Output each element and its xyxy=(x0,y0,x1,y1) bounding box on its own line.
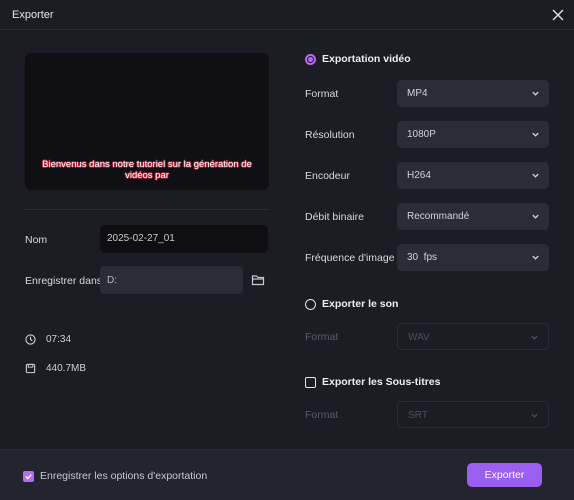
remember-options-label: Enregistrer les options d'exportation xyxy=(40,470,208,482)
video-export-title: Exportation vidéo xyxy=(322,53,411,65)
audio-export-option[interactable]: Exporter le son xyxy=(305,298,398,310)
disk-icon xyxy=(25,363,36,374)
resolution-label: Résolution xyxy=(305,129,355,141)
chevron-down-icon xyxy=(532,173,539,178)
encoder-value: H264 xyxy=(407,170,431,181)
framerate-value: 30 fps xyxy=(407,252,438,263)
resolution-select[interactable]: 1080P xyxy=(397,121,549,148)
close-icon xyxy=(552,9,564,21)
chevron-down-icon xyxy=(531,413,538,418)
subtitles-export-title: Exporter les Sous-titres xyxy=(322,376,441,388)
audio-format-select[interactable]: WAV xyxy=(397,323,549,350)
preview-subtitle: Bienvenus dans notre tutoriel sur la gén… xyxy=(42,159,252,181)
save-in-label: Enregistrer dans xyxy=(25,275,103,287)
clock-icon xyxy=(25,334,36,345)
size-row: 440.7MB xyxy=(25,363,86,374)
framerate-select[interactable]: 30 fps xyxy=(397,244,549,271)
format-label: Format xyxy=(305,88,339,100)
save-path-field[interactable]: D: xyxy=(100,266,243,294)
checkbox-icon xyxy=(305,376,316,388)
size-value: 440.7MB xyxy=(46,363,87,374)
close-button[interactable] xyxy=(548,5,568,25)
radio-selected-icon xyxy=(305,53,316,65)
bitrate-label: Débit binaire xyxy=(305,211,364,223)
subtitles-format-value: SRT xyxy=(408,410,428,421)
right-panel: Exportation vidéo Format MP4 Résolution … xyxy=(290,31,574,449)
format-value: MP4 xyxy=(407,88,428,99)
audio-format-value: WAV xyxy=(408,332,430,343)
name-input[interactable]: 2025-02-27_01 xyxy=(100,225,268,253)
framerate-label: Fréquence d'image xyxy=(305,252,395,264)
name-label: Nom xyxy=(25,234,48,246)
folder-icon xyxy=(251,275,265,286)
audio-format-label: Format xyxy=(305,331,339,343)
divider xyxy=(25,209,269,210)
export-button[interactable]: Exporter xyxy=(467,463,542,487)
subtitles-export-option[interactable]: Exporter les Sous-titres xyxy=(305,376,440,388)
audio-export-title: Exporter le son xyxy=(322,298,399,310)
chevron-down-icon xyxy=(532,255,539,260)
encoder-label: Encodeur xyxy=(305,170,350,182)
bitrate-value: Recommandé xyxy=(407,211,470,222)
window-title: Exporter xyxy=(12,9,54,21)
subtitles-format-select[interactable]: SRT xyxy=(397,401,549,428)
footer: Enregistrer les options d'exportation Ex… xyxy=(0,449,574,500)
checkbox-checked-icon xyxy=(23,470,34,482)
left-panel: Bienvenus dans notre tutoriel sur la gén… xyxy=(0,31,290,449)
video-preview: Bienvenus dans notre tutoriel sur la gén… xyxy=(25,53,269,190)
video-export-option[interactable]: Exportation vidéo xyxy=(305,53,411,65)
resolution-value: 1080P xyxy=(407,129,436,140)
format-select[interactable]: MP4 xyxy=(397,80,549,107)
duration-value: 07:34 xyxy=(46,334,72,345)
chevron-down-icon xyxy=(532,132,539,137)
chevron-down-icon xyxy=(531,335,538,340)
browse-folder-button[interactable] xyxy=(251,273,267,289)
duration-row: 07:34 xyxy=(25,334,71,345)
encoder-select[interactable]: H264 xyxy=(397,162,549,189)
title-bar: Exporter xyxy=(0,0,574,30)
remember-options-checkbox[interactable]: Enregistrer les options d'exportation xyxy=(23,470,207,482)
subtitles-format-label: Format xyxy=(305,409,339,421)
bitrate-select[interactable]: Recommandé xyxy=(397,203,549,230)
chevron-down-icon xyxy=(532,214,539,219)
radio-unselected-icon xyxy=(305,298,316,310)
chevron-down-icon xyxy=(532,91,539,96)
